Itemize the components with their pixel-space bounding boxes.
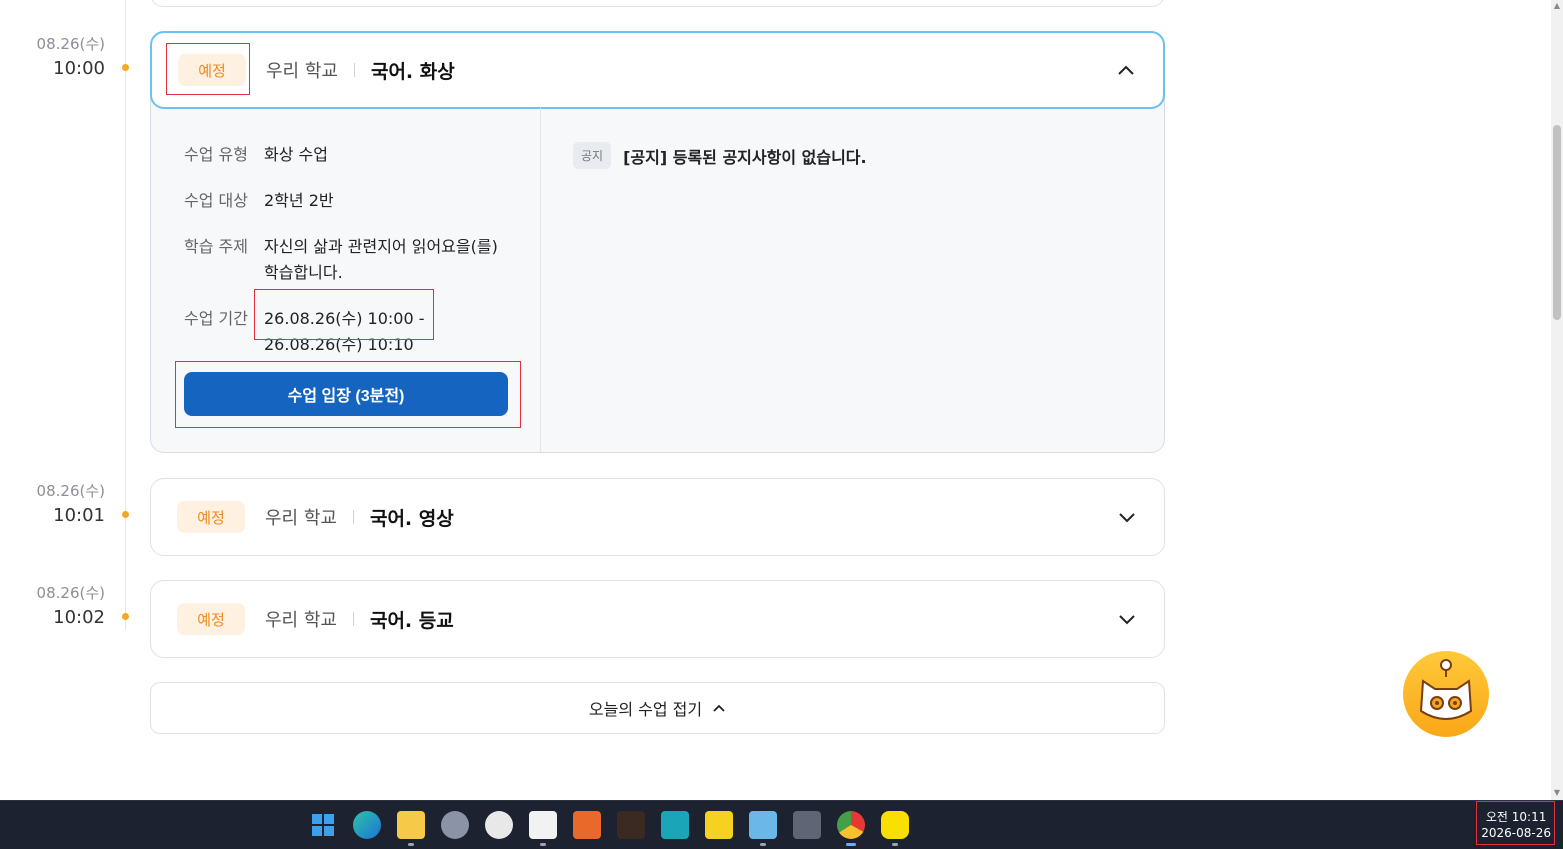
taskbar: 오전 10:11 2026-08-26 [0,800,1563,849]
class-card-header[interactable]: 예정 우리 학교 국어. 영상 [151,479,1164,555]
running-indicator [408,843,414,846]
notice-item: 공지 [공지] 등록된 공지사항이 없습니다. [573,142,1164,169]
notepad-icon[interactable] [749,811,777,839]
info-value: 화상 수업 [264,145,328,164]
divider [353,63,355,77]
timeline-dot [122,64,129,71]
chevron-down-icon[interactable] [1118,508,1136,526]
taskbar-clock[interactable]: 오전 10:11 2026-08-26 [1481,809,1551,841]
chevron-up-icon[interactable] [1117,62,1135,80]
class-subject: 국어. 화상 [370,60,455,83]
clock-icon[interactable] [485,811,513,839]
file-explorer-icon[interactable] [397,811,425,839]
running-indicator [540,843,546,846]
timeline-line [125,0,126,630]
page: 08.26(수) 10:00 08.26(수) 10:01 08.26(수) 1… [0,0,1563,849]
timeline-date: 08.26(수) [36,35,105,53]
snipping-tool-icon[interactable] [529,811,557,839]
class-card[interactable]: 예정 우리 학교 국어. 등교 [150,580,1165,658]
enter-class-button[interactable]: 수업 입장 (3분전) [184,372,508,416]
info-label: 수업 대상 [184,191,248,210]
info-label: 수업 기간 [184,309,248,328]
class-card-header[interactable]: 예정 우리 학교 국어. 등교 [151,581,1164,657]
class-detail: 수업 유형 화상 수업 수업 대상 2학년 2반 학습 주제 자신의 삶과 관련… [151,108,1164,452]
info-label: 수업 유형 [184,145,248,164]
previous-class-card [150,0,1165,7]
clock-date: 2026-08-26 [1481,826,1551,840]
timeline-date: 08.26(수) [36,482,105,500]
timeline-time: 10:02 [53,607,105,628]
period-end: 26.08.26(수) 10:10 [264,335,414,354]
chrome-icon[interactable] [837,811,865,839]
info-label: 학습 주제 [184,237,248,256]
class-card-expanded: 예정 우리 학교 국어. 화상 수업 유형 화상 수업 수업 대상 2학년 2반… [150,31,1165,453]
info-value: 26.08.26(수) 10:00 - 26.08.26(수) 10:10 [264,306,514,358]
scroll-up-arrow-icon[interactable]: ▲ [1553,2,1561,10]
active-indicator [846,843,856,846]
windows-start-icon[interactable] [309,811,337,839]
timeline-dot [122,613,129,620]
chatbot-mascot-icon[interactable] [1403,651,1489,737]
timeline-time: 10:00 [53,58,105,79]
info-value: 자신의 삶과 관련지어 읽어요을(를) 학습합니다. [264,237,498,282]
class-card-header[interactable]: 예정 우리 학교 국어. 화상 [150,31,1165,109]
status-badge: 예정 [177,603,245,635]
notice-text: [공지] 등록된 공지사항이 없습니다. [623,147,867,167]
school-name: 우리 학교 [265,508,337,529]
scroll-down-arrow-icon[interactable]: ▼ [1553,789,1561,797]
divider [352,510,354,524]
scrollbar[interactable]: ▲ ▼ [1551,0,1563,800]
notice-panel: 공지 [공지] 등록된 공지사항이 없습니다. [541,108,1164,452]
class-subject: 국어. 등교 [369,609,454,632]
sticky-notes-icon[interactable] [705,811,733,839]
kakaotalk-icon[interactable] [881,811,909,839]
class-info-panel: 수업 유형 화상 수업 수업 대상 2학년 2반 학습 주제 자신의 삶과 관련… [151,108,541,452]
divider [352,612,354,626]
timeline-entry: 08.26(수) 10:00 [0,33,118,79]
status-badge: 예정 [177,501,245,533]
notice-tag: 공지 [573,142,612,169]
edge-icon[interactable] [353,811,381,839]
info-row-target: 수업 대상 2학년 2반 [184,188,540,214]
collapse-today-button[interactable]: 오늘의 수업 접기 [150,682,1165,734]
info-row-period: 수업 기간 26.08.26(수) 10:00 - 26.08.26(수) 10… [184,306,540,358]
bolt-app-icon[interactable] [661,811,689,839]
timeline-entry: 08.26(수) 10:02 [0,582,118,628]
school-name: 우리 학교 [266,61,338,82]
timeline-dot [122,511,129,518]
chevron-up-icon [713,704,725,712]
collapse-label: 오늘의 수업 접기 [588,700,703,719]
running-indicator [760,843,766,846]
info-row-type: 수업 유형 화상 수업 [184,142,540,168]
school-name: 우리 학교 [265,610,337,631]
clock-time: 오전 10:11 [1485,810,1547,824]
class-subject: 국어. 영상 [369,507,454,530]
settings-icon[interactable] [441,811,469,839]
chevron-down-icon[interactable] [1118,610,1136,628]
info-value: 2학년 2반 [264,191,334,210]
status-badge: 예정 [178,54,246,86]
class-card[interactable]: 예정 우리 학교 국어. 영상 [150,478,1165,556]
scroll-thumb[interactable] [1553,125,1561,320]
touch-app-icon[interactable] [573,811,601,839]
pen-app-icon[interactable] [617,811,645,839]
running-indicator [892,843,898,846]
timeline-entry: 08.26(수) 10:01 [0,480,118,526]
timeline-time: 10:01 [53,505,105,526]
calculator-icon[interactable] [793,811,821,839]
timeline-date: 08.26(수) [36,584,105,602]
info-row-topic: 학습 주제 자신의 삶과 관련지어 읽어요을(를) 학습합니다. [184,234,540,286]
period-start: 26.08.26(수) 10:00 - [264,309,425,328]
